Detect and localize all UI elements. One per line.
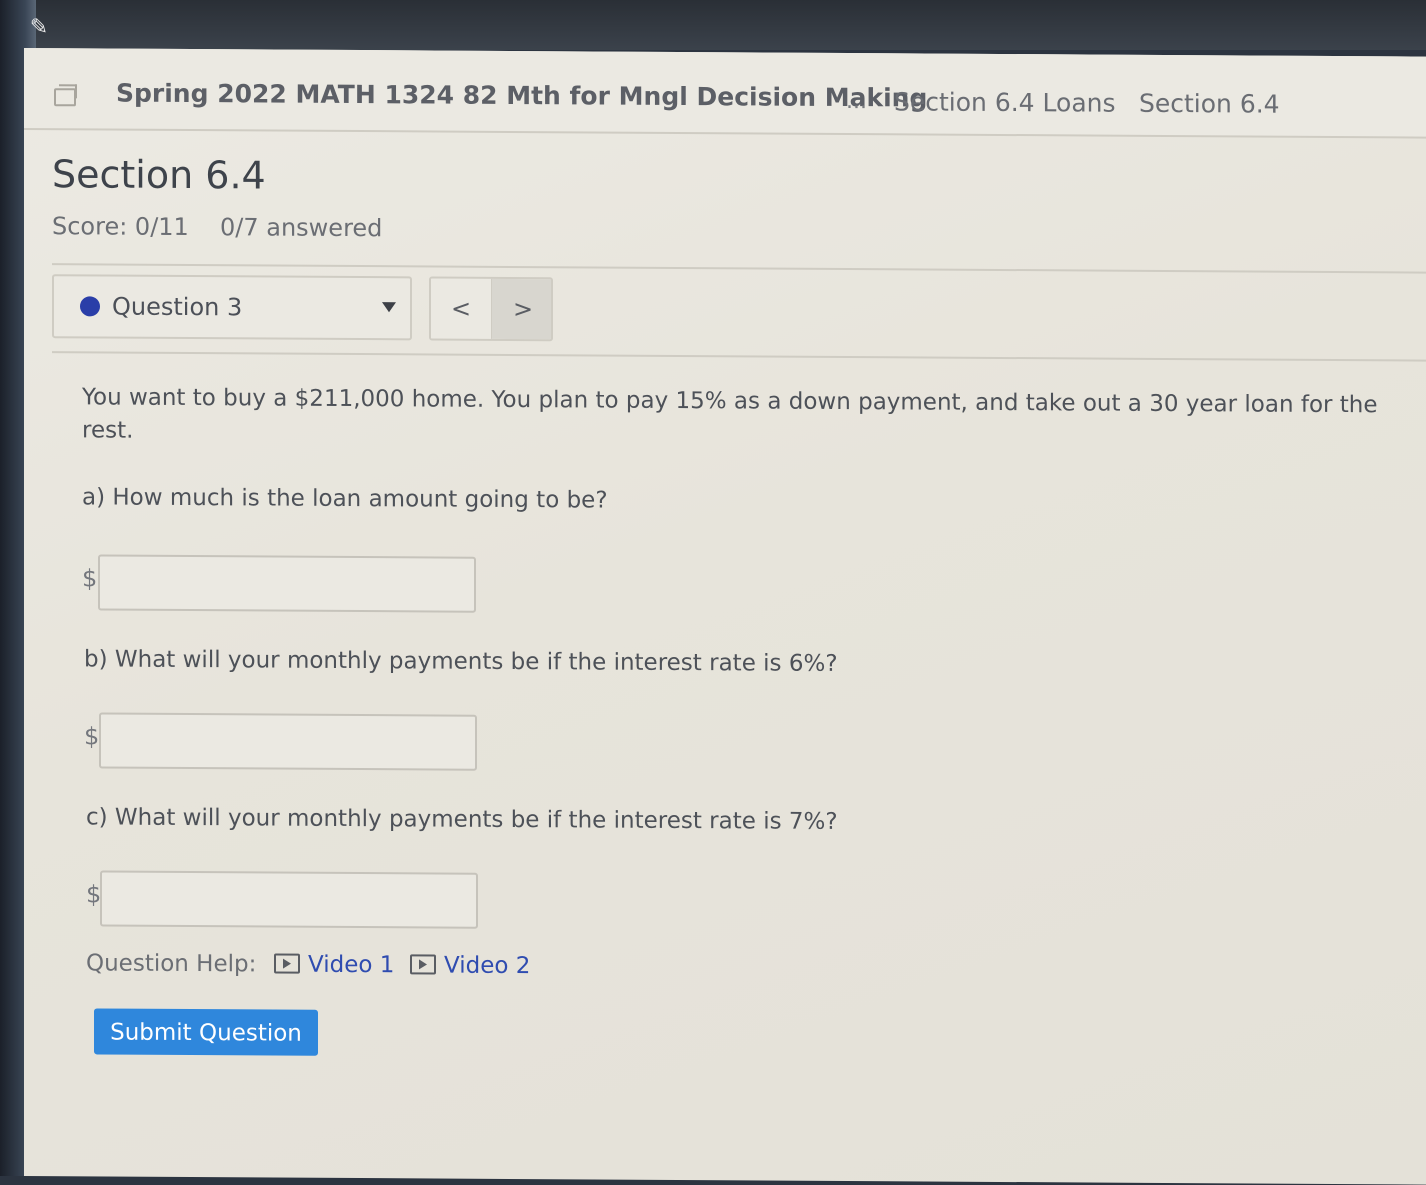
- page-title: Section 6.4: [52, 152, 266, 198]
- question-status-dot: [80, 296, 100, 317]
- part-a-question: a) How much is the loan amount going to …: [82, 484, 608, 514]
- currency-prefix: $: [82, 564, 98, 593]
- course-title[interactable]: Spring 2022 MATH 1324 82 Mth for Mngl De…: [116, 79, 927, 113]
- breadcrumb-section[interactable]: Section 6.4: [1139, 89, 1280, 119]
- divider: [52, 351, 1426, 362]
- answered-count: 0/7 answered: [220, 213, 383, 243]
- monitor-bezel-top: [0, 0, 1426, 50]
- video-2-label: Video 2: [444, 952, 531, 980]
- breadcrumb-section-loans[interactable]: Section 6.4 Loans: [894, 87, 1116, 117]
- submit-question-button[interactable]: Submit Question: [94, 1008, 318, 1056]
- currency-prefix: $: [86, 880, 102, 909]
- video-1-link[interactable]: Video 1: [274, 952, 394, 983]
- browser-screen: Spring 2022 MATH 1324 82 Mth for Mngl De…: [24, 48, 1426, 1185]
- part-c-question: c) What will your monthly payments be if…: [86, 804, 838, 835]
- chevron-right-icon: >: [512, 294, 534, 324]
- score-text: Score: 0/11: [52, 212, 189, 242]
- question-help-label: Question Help:: [86, 950, 257, 978]
- question-select-label: Question 3: [112, 292, 243, 322]
- pen-icon: ✎: [29, 15, 49, 40]
- course-header: Spring 2022 MATH 1324 82 Mth for Mngl De…: [24, 48, 1426, 139]
- part-b-question: b) What will your monthly payments be if…: [84, 646, 838, 677]
- breadcrumb-ellipsis[interactable]: ...: [846, 89, 867, 114]
- part-c-answer-input[interactable]: [100, 870, 478, 929]
- question-nav-group: < >: [429, 276, 553, 342]
- previous-question-button[interactable]: <: [431, 278, 491, 339]
- part-b-answer-input[interactable]: [99, 712, 477, 771]
- currency-prefix: $: [84, 722, 100, 751]
- video-play-icon: [274, 953, 300, 974]
- video-2-link[interactable]: Video 2: [410, 952, 530, 983]
- question-prompt: You want to buy a $211,000 home. You pla…: [82, 384, 1378, 444]
- caret-down-icon: [382, 302, 396, 313]
- divider: [52, 263, 1426, 274]
- video-1-label: Video 1: [308, 951, 395, 979]
- question-select[interactable]: Question 3: [52, 274, 412, 341]
- next-question-button[interactable]: >: [491, 278, 553, 340]
- chevron-left-icon: <: [450, 294, 472, 323]
- video-play-icon: [410, 953, 436, 975]
- window-toggle-icon[interactable]: [54, 88, 76, 107]
- part-a-answer-input[interactable]: [98, 554, 476, 613]
